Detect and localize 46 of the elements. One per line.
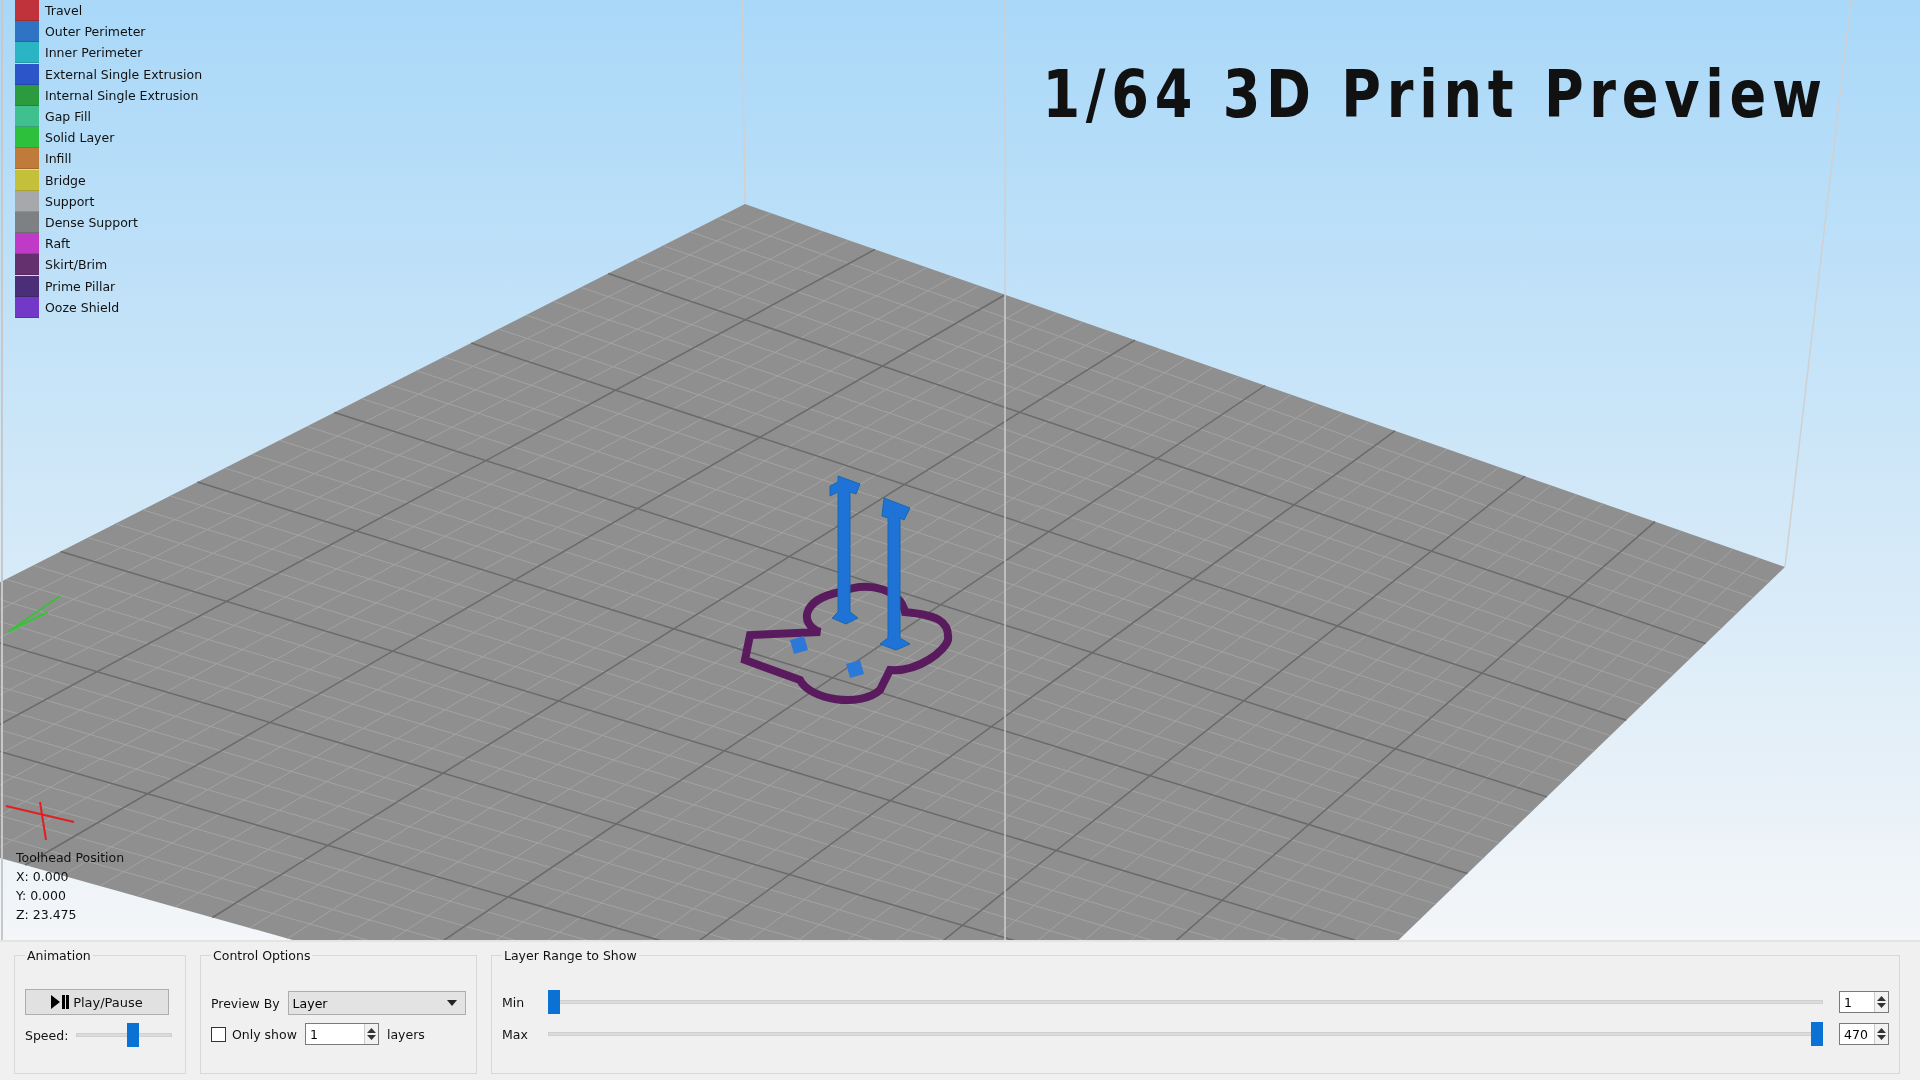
layer-slider[interactable] xyxy=(548,990,1823,1014)
legend-label: Raft xyxy=(45,236,71,252)
spin-arrows-icon xyxy=(366,1027,376,1041)
layer-spinbox[interactable]: 470 xyxy=(1839,1023,1889,1045)
group-title: Animation xyxy=(26,948,92,963)
layers-label: layers xyxy=(386,1026,425,1042)
legend-label: Solid Layer xyxy=(45,130,115,146)
layer-slider[interactable] xyxy=(548,1022,1823,1046)
slider-thumb[interactable] xyxy=(1811,1022,1823,1046)
only-show-checkbox[interactable] xyxy=(211,1026,226,1042)
toolhead-text: Y: 0.000 xyxy=(16,888,67,903)
play-pause-button[interactable]: Play/Pause xyxy=(25,989,169,1015)
slider-thumb[interactable] xyxy=(126,1023,139,1047)
legend-label: Bridge xyxy=(45,172,86,188)
legend-label: Ooze Shield xyxy=(45,299,120,315)
legend-label: Prime Pillar xyxy=(45,278,116,294)
legend-label: Dense Support xyxy=(45,214,138,230)
slider-thumb[interactable] xyxy=(548,990,560,1014)
toolhead-text: Toolhead Position xyxy=(16,850,125,865)
preview-by-dropdown[interactable]: Layer xyxy=(287,991,466,1015)
speed-slider[interactable] xyxy=(76,1023,173,1047)
legend-label: Support xyxy=(45,193,95,209)
legend-label: External Single Extrusion xyxy=(45,66,203,82)
layers-spinbox[interactable]: 1 xyxy=(304,1023,379,1045)
group-title: Layer Range to Show xyxy=(503,948,638,963)
preview-by-label: Preview By xyxy=(211,995,280,1011)
overlay-title: 1/64 3D Print Preview xyxy=(1042,56,1828,133)
legend-label: Internal Single Extrusion xyxy=(45,87,199,103)
range-label: Max xyxy=(502,1026,529,1042)
group-title: Control Options xyxy=(212,948,312,963)
only-show-label: Only show xyxy=(232,1026,297,1042)
legend-label: Inner Perimeter xyxy=(45,45,143,61)
play-pause-icon xyxy=(51,995,70,1009)
layer-spinbox[interactable]: 1 xyxy=(1839,991,1889,1013)
legend-label: Skirt/Brim xyxy=(45,257,108,273)
legend-label: Gap Fill xyxy=(45,109,91,125)
range-label: Min xyxy=(502,994,526,1010)
spin-arrows-icon xyxy=(1877,1027,1886,1041)
speed-label: Speed: xyxy=(25,1027,69,1043)
legend-label: Infill xyxy=(45,151,72,167)
legend-label: Outer Perimeter xyxy=(45,24,146,40)
spin-arrows-icon xyxy=(1877,995,1886,1009)
legend-label: Travel xyxy=(45,3,83,19)
dropdown-caret-icon xyxy=(447,1000,457,1006)
toolhead-text: Z: 23.475 xyxy=(16,907,78,922)
toolhead-text: X: 0.000 xyxy=(16,869,70,884)
